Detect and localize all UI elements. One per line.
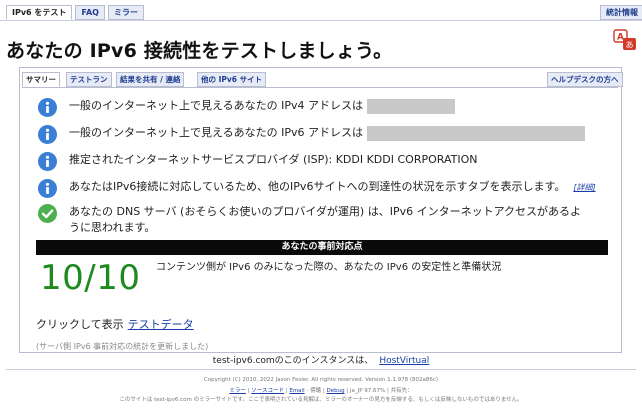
footer-link-debug[interactable]: Debug — [326, 388, 344, 394]
footer-link-email[interactable]: Email — [289, 388, 304, 394]
ipv4-address-redacted — [366, 98, 455, 114]
check-icon — [38, 204, 57, 223]
info-icon — [38, 152, 57, 171]
tab-share-contact[interactable]: 結果を共有 / 連絡 — [116, 72, 185, 87]
translate-icon[interactable]: A あ — [613, 29, 637, 51]
tab-test-run[interactable]: テストラン — [66, 72, 112, 87]
show-test-data: クリックして表示 テストデータ — [36, 318, 194, 331]
bottom-divider — [6, 369, 636, 370]
tab-faq[interactable]: FAQ — [75, 5, 105, 20]
tab-mirrors[interactable]: ミラー — [107, 5, 144, 20]
tabs-notice-text: あなたはIPv6接続に対応しているため、他のIPv6サイトへの到達性の状況を示す… — [69, 180, 596, 193]
ipv6-address-redacted — [366, 125, 585, 141]
tab-test-ipv6[interactable]: IPv6 をテスト — [6, 5, 73, 20]
summary-panel: サマリー テストラン 結果を共有 / 連絡 他の IPv6 サイト ヘルプデスク… — [19, 67, 623, 353]
info-icon — [38, 98, 57, 117]
tab-other-ipv6-sites[interactable]: 他の IPv6 サイト — [197, 72, 267, 87]
test-data-link[interactable]: テストデータ — [128, 318, 194, 331]
host-link[interactable]: HostVirtual — [379, 356, 429, 366]
dns-text: あなたの DNS サーバ (おそらくお使いのプロバイダが運用) は、IPv6 イ… — [69, 205, 582, 234]
dns-row: あなたの DNS サーバ (おそらくお使いのプロバイダが運用) は、IPv6 イ… — [38, 204, 589, 236]
footer-link-listen[interactable]: 傍聴 — [310, 388, 321, 394]
isp-text: 推定されたインターネットサービスプロバイダ (ISP): KDDI KDDI C… — [69, 153, 478, 166]
info-icon — [38, 179, 57, 198]
footer-link-source[interactable]: ソースコード — [251, 388, 284, 394]
footer-links: ミラー | ソースコード | Email - 傍聴 | Debug | ja_J… — [229, 388, 413, 394]
top-divider — [0, 20, 642, 21]
stats-update-note: (サーバ側 IPv6 事前対応の統計を更新しました) — [36, 342, 209, 351]
footer-copyright: Copyright (C) 2010, 2022 Jason Fesler. A… — [203, 377, 439, 383]
footer-share: 共有先： — [390, 388, 413, 394]
tab-summary[interactable]: サマリー — [22, 72, 60, 87]
ipv4-row: 一般のインターネット上で見えるあなたの IPv4 アドレスは — [38, 98, 455, 117]
footer-lang[interactable]: ja_JP 97.67% — [350, 388, 385, 394]
ipv6-text: 一般のインターネット上で見えるあなたの IPv6 アドレスは — [69, 125, 585, 141]
tabs-notice-row: あなたはIPv6接続に対応しているため、他のIPv6サイトへの到達性の状況を示す… — [38, 179, 596, 198]
readiness-description: コンテンツ側が IPv6 のみになった際の、あなたの IPv6 の安定性と準備状… — [156, 262, 502, 273]
details-link[interactable]: [詳細] — [573, 183, 595, 192]
svg-text:A: A — [617, 33, 624, 43]
top-tab-bar: IPv6 をテスト FAQ ミラー — [6, 5, 144, 20]
isp-row: 推定されたインターネットサービスプロバイダ (ISP): KDDI KDDI C… — [38, 152, 477, 171]
page-title: あなたの IPv6 接続性をテストしましょう。 — [6, 40, 393, 62]
svg-text:あ: あ — [626, 41, 634, 50]
info-icon — [38, 125, 57, 144]
footer-link-mirrors[interactable]: ミラー — [229, 388, 246, 394]
readiness-header: あなたの事前対応点 — [36, 240, 608, 255]
ipv6-row: 一般のインターネット上で見えるあなたの IPv6 アドレスは — [38, 125, 585, 144]
sub-tab-bar: サマリー テストラン 結果を共有 / 連絡 他の IPv6 サイト ヘルプデスク… — [22, 71, 623, 88]
readiness-score: 10/10 — [40, 258, 141, 298]
tab-stats[interactable]: 統計情報 — [600, 5, 642, 20]
tab-helpdesk[interactable]: ヘルプデスクの方へ — [547, 72, 623, 87]
instance-line: test-ipv6.comのこのインスタンスは、 HostVirtual — [212, 356, 430, 366]
footer-mirror-note: このサイトは test-ipv6.com のミラーサイトです。ここで表明されてい… — [119, 397, 523, 403]
ipv4-text: 一般のインターネット上で見えるあなたの IPv4 アドレスは — [69, 98, 455, 114]
